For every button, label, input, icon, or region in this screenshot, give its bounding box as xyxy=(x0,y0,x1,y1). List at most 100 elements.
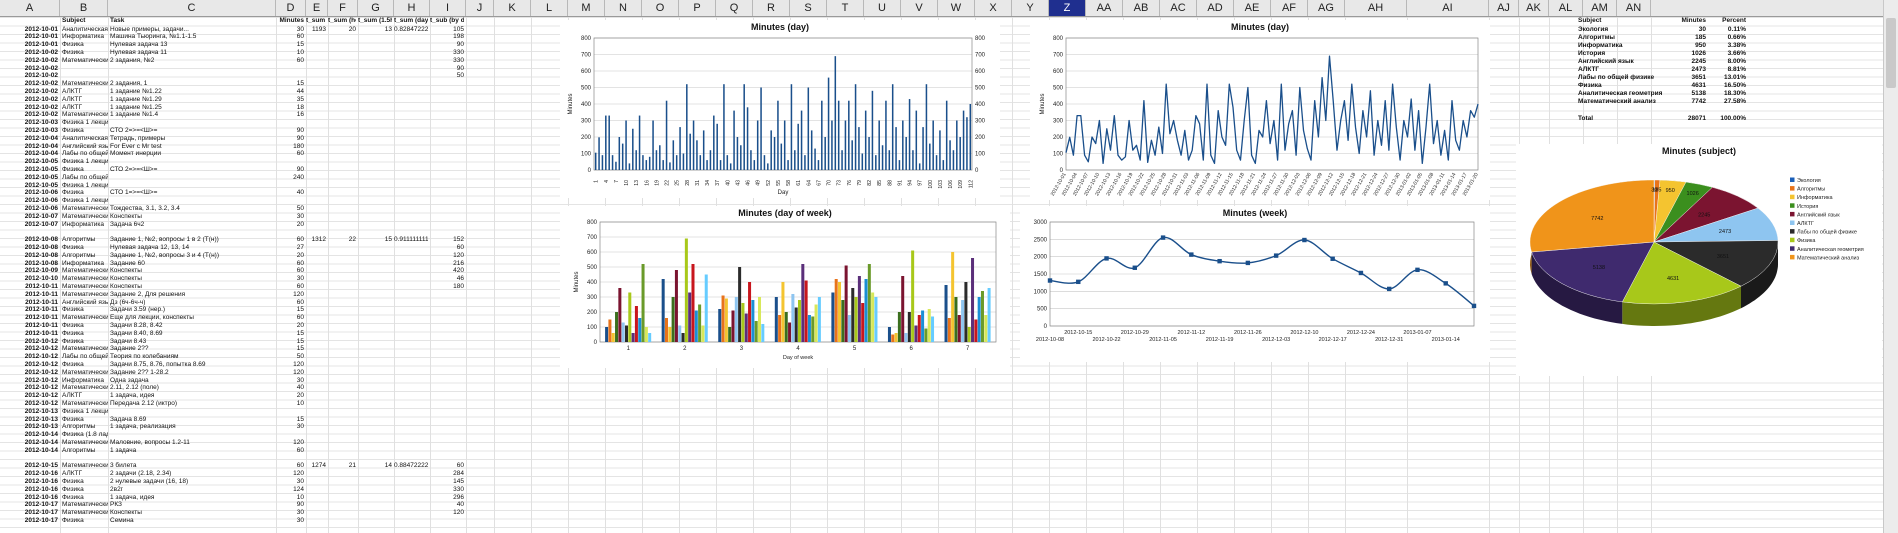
cell[interactable]: 120 xyxy=(430,509,464,517)
cell[interactable]: 90 xyxy=(276,135,304,143)
cell[interactable]: Маловние, вопросы 1.2-11 xyxy=(108,439,276,447)
cell[interactable]: 1193 xyxy=(306,26,326,34)
cell[interactable]: 30 xyxy=(276,275,304,283)
cell[interactable]: Задание 2?? xyxy=(108,345,276,353)
cell[interactable]: 2012-10-12 xyxy=(0,369,58,377)
cell[interactable]: 124 xyxy=(276,486,304,494)
cell[interactable]: 180 xyxy=(276,143,304,151)
cell[interactable]: 40 xyxy=(276,384,304,392)
cell[interactable]: Информатика xyxy=(60,221,108,229)
cell[interactable]: Физика xyxy=(60,361,108,369)
column-header-ah[interactable]: AH xyxy=(1345,0,1407,16)
cell[interactable]: 20 xyxy=(276,252,304,260)
cell[interactable]: Лабы по общей физике xyxy=(60,353,108,361)
cell[interactable]: Математический анализ xyxy=(60,369,108,377)
column-header-am[interactable]: AM xyxy=(1583,0,1617,16)
cell[interactable]: 60 xyxy=(430,462,464,470)
cell[interactable]: Физика 1 лекция xyxy=(60,182,108,190)
cell[interactable]: Физика xyxy=(60,166,108,174)
cell[interactable]: 3 билета xyxy=(108,462,276,470)
column-header-ad[interactable]: AD xyxy=(1197,0,1234,16)
cell[interactable]: 40 xyxy=(430,501,464,509)
subject-percent-cell[interactable]: 3.66% xyxy=(1708,50,1746,58)
column-header-aa[interactable]: AA xyxy=(1086,0,1123,16)
cell[interactable]: 198 xyxy=(430,33,464,41)
cell[interactable]: t_sum (hour) xyxy=(328,17,356,25)
cell[interactable]: СТО 2=>=<Ш>= xyxy=(108,166,276,174)
cell[interactable]: Задача 8.69 xyxy=(108,416,276,424)
subject-minutes-cell[interactable]: 2473 xyxy=(1668,66,1706,74)
cell[interactable]: 2012-10-05 xyxy=(0,166,58,174)
cell[interactable]: 2012-10-16 xyxy=(0,486,58,494)
column-header-g[interactable]: G xyxy=(358,0,394,16)
cell[interactable]: 2012-10-13 xyxy=(0,408,58,416)
column-header-l[interactable]: L xyxy=(531,0,568,16)
subject-name-cell[interactable]: Экология xyxy=(1578,26,1666,34)
cell[interactable]: 296 xyxy=(430,494,464,502)
cell[interactable]: 2012-10-13 xyxy=(0,416,58,424)
cell[interactable]: 2012-10-02 xyxy=(0,72,58,80)
cell[interactable]: Дз (6ч-6ч-ч) xyxy=(108,299,276,307)
scrollbar-thumb[interactable] xyxy=(1886,18,1896,88)
column-header-n[interactable]: N xyxy=(605,0,642,16)
cell[interactable]: 1 задание №1.22 xyxy=(108,88,276,96)
cell[interactable]: 44 xyxy=(276,88,304,96)
cell[interactable]: Задачи 8.40, 8.69 xyxy=(108,330,276,338)
cell[interactable]: 120 xyxy=(276,439,304,447)
cell[interactable]: СТО 1=>=<Ш>= xyxy=(108,189,276,197)
cell[interactable]: t_sum (h) xyxy=(306,17,326,25)
column-header-m[interactable]: M xyxy=(568,0,605,16)
cell[interactable]: Физика xyxy=(60,494,108,502)
column-header-f[interactable]: F xyxy=(328,0,358,16)
subject-percent-cell[interactable]: 3.38% xyxy=(1708,42,1746,50)
cell[interactable]: Момент инерции xyxy=(108,150,276,158)
cell[interactable]: Лабы по общей физике xyxy=(60,150,108,158)
column-header-ai[interactable]: AI xyxy=(1407,0,1489,16)
subject-total-cell[interactable]: Total xyxy=(1578,115,1666,123)
cell[interactable]: 15 xyxy=(276,330,304,338)
cell[interactable]: Задача 6ч2 xyxy=(108,221,276,229)
cell[interactable]: 15 xyxy=(276,306,304,314)
cell[interactable]: Физика 1 лекция xyxy=(60,119,108,127)
cell[interactable]: Задание 1, №2, вопросы 1 в 2 (Т(н)) xyxy=(108,236,276,244)
cell[interactable]: Физика xyxy=(60,338,108,346)
cell[interactable]: 2.11, 2.12 (поле) xyxy=(108,384,276,392)
cell[interactable]: Математический анализ xyxy=(60,205,108,213)
cell[interactable]: 2012-10-08 xyxy=(0,236,58,244)
subject-name-cell[interactable]: АЛКТГ xyxy=(1578,66,1666,74)
cell[interactable]: 240 xyxy=(276,174,304,182)
cell[interactable]: 2012-10-08 xyxy=(0,252,58,260)
cell[interactable]: 2012-10-11 xyxy=(0,306,58,314)
cell[interactable]: 180 xyxy=(430,283,464,291)
column-header-z[interactable]: Z xyxy=(1049,0,1086,16)
cell[interactable]: Математический анализ xyxy=(60,384,108,392)
cell[interactable]: 60 xyxy=(276,33,304,41)
cell[interactable]: 152 xyxy=(430,236,464,244)
cell[interactable]: Одна задача xyxy=(108,377,276,385)
cell[interactable]: 330 xyxy=(430,57,464,65)
cell[interactable]: For Ever с Mr test xyxy=(108,143,276,151)
subject-percent-cell[interactable]: 16.50% xyxy=(1708,82,1746,90)
cell[interactable]: Аналитическая геометр. xyxy=(60,26,108,34)
column-header-d[interactable]: D xyxy=(276,0,306,16)
cell[interactable]: 2012-10-06 xyxy=(0,205,58,213)
cell[interactable]: Лабы по общей физике xyxy=(60,174,108,182)
column-header-u[interactable]: U xyxy=(864,0,901,16)
cell[interactable]: 2012-10-08 xyxy=(0,260,58,268)
cell[interactable]: 60 xyxy=(276,267,304,275)
subject-minutes-cell[interactable]: 7742 xyxy=(1668,98,1706,106)
cell[interactable]: Математический анализ xyxy=(60,213,108,221)
cell[interactable]: 90 xyxy=(276,127,304,135)
cell[interactable]: 30 xyxy=(276,478,304,486)
subject-name-cell[interactable]: Математический анализ xyxy=(1578,98,1666,106)
cell[interactable]: 2012-10-14 xyxy=(0,439,58,447)
cell[interactable]: Задачи 8.28, 8.42 xyxy=(108,322,276,330)
cell[interactable]: 60 xyxy=(276,260,304,268)
cell[interactable]: Математический анализ xyxy=(60,111,108,119)
cell[interactable]: 2012-10-12 xyxy=(0,338,58,346)
cell[interactable]: 1 задание №1.4 xyxy=(108,111,276,119)
cell[interactable]: 2 задания, №2 xyxy=(108,57,276,65)
cell[interactable]: Конспекты xyxy=(108,283,276,291)
cell[interactable]: Математический анализ xyxy=(60,275,108,283)
cell[interactable]: 0.8847222222 xyxy=(394,462,428,470)
